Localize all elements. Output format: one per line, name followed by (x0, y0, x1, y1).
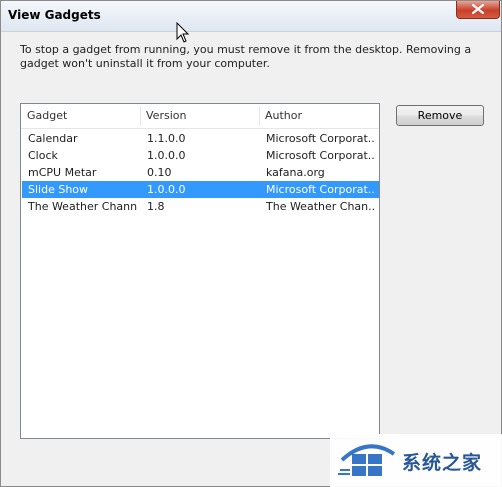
gadget-name: Clock (28, 149, 58, 162)
gadget-author: The Weather Chan... (266, 200, 376, 213)
gadget-list[interactable]: Gadget Version Author Calendar 1.1.0.0 M… (20, 103, 380, 439)
list-item[interactable]: Calendar 1.1.0.0 Microsoft Corporat... (22, 130, 379, 147)
gadget-name: mCPU Metar (28, 166, 97, 179)
list-item[interactable]: The Weather Chann... 1.8 The Weather Cha… (22, 198, 379, 215)
close-button[interactable] (456, 1, 500, 19)
list-item-selected[interactable]: Slide Show 1.0.0.0 Microsoft Corporat... (22, 181, 379, 198)
gadget-version: 0.10 (147, 166, 172, 179)
gadget-version: 1.8 (147, 200, 165, 213)
watermark: 系统之家 (330, 434, 502, 487)
gadget-author: Microsoft Corporat... (266, 183, 376, 196)
watermark-text: 系统之家 (402, 452, 483, 474)
column-header-author[interactable]: Author (259, 104, 379, 128)
mouse-cursor-icon (176, 22, 190, 43)
gadget-author: Microsoft Corporat... (266, 132, 376, 145)
gadget-author: kafana.org (266, 166, 325, 179)
list-item[interactable]: Clock 1.0.0.0 Microsoft Corporat... (22, 147, 379, 164)
close-icon (472, 4, 484, 14)
list-item[interactable]: mCPU Metar 0.10 kafana.org (22, 164, 379, 181)
gadget-version: 1.0.0.0 (147, 183, 186, 196)
list-header: Gadget Version Author (21, 104, 379, 129)
windows-logo-icon (338, 444, 396, 476)
window-title: View Gadgets (8, 8, 101, 22)
title-bar[interactable]: View Gadgets (1, 1, 501, 32)
column-header-version[interactable]: Version (140, 104, 259, 128)
instruction-text: To stop a gadget from running, you must … (20, 43, 472, 70)
gadget-version: 1.1.0.0 (147, 132, 186, 145)
column-header-gadget[interactable]: Gadget (21, 104, 140, 128)
gadget-name: The Weather Chann... (28, 200, 138, 213)
gadget-name: Calendar (28, 132, 78, 145)
gadget-name: Slide Show (28, 183, 89, 196)
gadget-author: Microsoft Corporat... (266, 149, 376, 162)
gadget-version: 1.0.0.0 (147, 149, 186, 162)
view-gadgets-dialog: View Gadgets To stop a gadget from runni… (0, 0, 502, 487)
remove-button[interactable]: Remove (396, 105, 484, 126)
